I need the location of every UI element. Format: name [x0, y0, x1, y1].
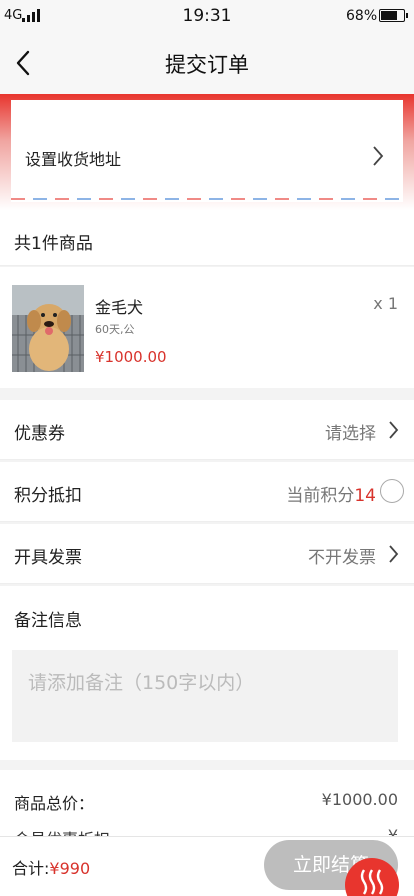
wave-icon	[360, 869, 384, 895]
nav-bar: 提交订单	[0, 32, 414, 94]
invoice-value: 不开发票	[308, 548, 376, 568]
subtotal-value: ¥1000.00	[321, 790, 398, 809]
points-info: 当前积分14	[286, 481, 376, 506]
chevron-right-icon	[389, 545, 399, 563]
page-title: 提交订单	[165, 53, 249, 77]
coupon-label: 优惠券	[14, 424, 65, 444]
address-section: 设置收货地址	[0, 94, 414, 210]
total-amount: ¥990	[49, 859, 91, 878]
item-count-label: 共1件商品	[14, 234, 93, 254]
chevron-right-icon	[389, 421, 399, 439]
airmail-stripe	[11, 198, 403, 200]
points-value: 14	[354, 486, 376, 506]
remark-section: 备注信息 请添加备注（150字以内）	[0, 586, 414, 760]
totals-section: 商品总价： ¥1000.00 会员优惠折扣 ¥	[0, 770, 414, 840]
battery-percent: 68%	[346, 8, 378, 24]
address-label: 设置收货地址	[25, 150, 122, 169]
points-prefix: 当前积分	[286, 486, 355, 506]
remark-input[interactable]: 请添加备注（150字以内）	[12, 650, 398, 742]
order-screen: 4G 19:31 68% 提交订单 设置收货地址 共1件商品 金毛犬 60天,公…	[0, 0, 414, 896]
item-count-row: 共1件商品	[0, 210, 414, 266]
battery-icon	[379, 9, 408, 22]
product-quantity: x 1	[373, 294, 398, 313]
product-price: ¥1000.00	[95, 348, 167, 366]
total-label: 合计:	[12, 859, 50, 878]
points-radio[interactable]	[380, 479, 404, 503]
points-row: 积分抵扣 当前积分14	[0, 462, 414, 522]
product-spec: 60天,公	[95, 323, 135, 336]
subtotal-label: 商品总价：	[14, 794, 95, 813]
remark-placeholder: 请添加备注（150字以内）	[28, 672, 255, 694]
product-name: 金毛犬	[95, 298, 144, 317]
status-bar: 4G 19:31 68%	[0, 0, 414, 32]
chevron-right-icon	[373, 146, 384, 166]
points-label: 积分抵扣	[14, 486, 82, 506]
product-item[interactable]: 金毛犬 60天,公 ¥1000.00 x 1	[0, 267, 414, 388]
remark-label: 备注信息	[14, 611, 82, 631]
invoice-row[interactable]: 开具发票 不开发票	[0, 524, 414, 584]
coupon-value: 请选择	[325, 424, 376, 444]
coupon-row[interactable]: 优惠券 请选择	[0, 400, 414, 460]
floating-action-button[interactable]	[345, 858, 399, 896]
invoice-label: 开具发票	[14, 548, 82, 568]
set-address-button[interactable]: 设置收货地址	[11, 100, 403, 202]
product-image	[12, 285, 84, 372]
total-summary: 合计:¥990	[12, 855, 90, 879]
